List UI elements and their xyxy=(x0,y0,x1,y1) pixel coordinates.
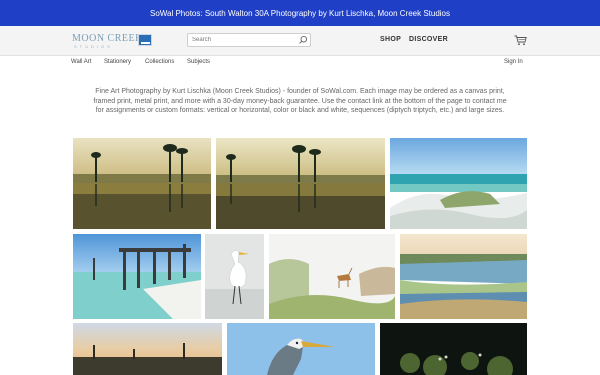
gallery-photo-pier-ruins[interactable] xyxy=(73,234,201,319)
gallery-photo-night-trees[interactable] xyxy=(380,323,527,375)
cart-icon[interactable] xyxy=(514,35,527,46)
subnav-subjects[interactable]: Subjects xyxy=(187,59,210,65)
search-icon[interactable] xyxy=(298,35,308,45)
subnav-collections[interactable]: Collections xyxy=(145,59,174,65)
banner-text: SoWal Photos: South Walton 30A Photograp… xyxy=(149,8,450,18)
intro-text: Fine Art Photography by Kurt Lischka (Mo… xyxy=(93,88,507,114)
gallery-photo-deer-dunes[interactable] xyxy=(269,234,395,319)
nav-shop[interactable]: SHOP xyxy=(380,36,401,43)
sign-in-link[interactable]: Sign In xyxy=(504,59,523,65)
gallery-photo-heron[interactable] xyxy=(227,323,375,375)
search-box xyxy=(187,33,311,47)
logo-text: MOON CREEK xyxy=(72,33,143,44)
gallery-photo-coastal-lake[interactable] xyxy=(400,234,527,319)
subnav-wall-art[interactable]: Wall Art xyxy=(71,59,91,65)
gallery-photo-lake-reflection-2[interactable] xyxy=(216,138,385,229)
logo-subtext: STUDIOS xyxy=(74,44,113,49)
site-banner: SoWal Photos: South Walton 30A Photograp… xyxy=(0,0,600,26)
gallery-photo-egret[interactable] xyxy=(205,234,264,319)
search-input[interactable] xyxy=(192,35,296,45)
site-logo[interactable]: MOON CREEK STUDIOS xyxy=(72,33,142,51)
gallery-photo-dunes-coast[interactable] xyxy=(390,138,527,229)
nav-discover[interactable]: DISCOVER xyxy=(409,36,448,43)
site-badge-icon[interactable] xyxy=(138,34,152,46)
gallery-photo-sunset-dunes[interactable] xyxy=(73,323,222,375)
subnav-stationery[interactable]: Stationery xyxy=(104,59,131,65)
gallery-photo-lake-reflection-1[interactable] xyxy=(73,138,211,229)
